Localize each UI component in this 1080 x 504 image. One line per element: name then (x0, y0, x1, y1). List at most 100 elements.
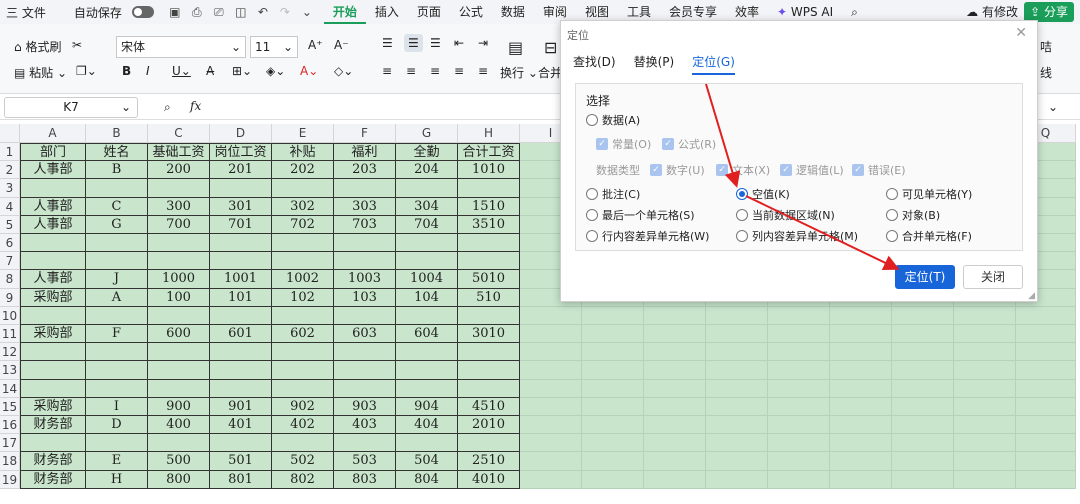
table-cell[interactable]: 604 (396, 325, 458, 344)
table-cell[interactable]: 703 (334, 215, 396, 234)
table-cell[interactable]: 财务部 (20, 416, 86, 435)
table-cell[interactable] (334, 234, 396, 253)
empty-cell[interactable] (1016, 361, 1076, 380)
table-cell[interactable] (20, 434, 86, 453)
font-color-icon[interactable]: A⌄ (300, 64, 318, 78)
table-cell[interactable] (396, 379, 458, 398)
empty-cell[interactable] (520, 325, 582, 344)
row-header[interactable]: 10 (0, 306, 20, 325)
table-cell[interactable] (148, 179, 210, 198)
empty-cell[interactable] (582, 306, 644, 325)
table-cell[interactable] (86, 434, 148, 453)
table-cell[interactable]: 人事部 (20, 161, 86, 180)
table-cell[interactable] (210, 379, 272, 398)
row-header[interactable]: 19 (0, 470, 20, 489)
justify-icon[interactable]: ≡ (454, 64, 464, 78)
empty-cell[interactable] (768, 397, 830, 416)
table-cell[interactable]: J (86, 270, 148, 289)
table-cell[interactable]: F (86, 325, 148, 344)
preview-icon[interactable]: ◫ (234, 5, 248, 19)
ribbon-right-item-2[interactable]: 线 (1040, 64, 1052, 81)
table-cell[interactable]: B (86, 161, 148, 180)
table-cell[interactable]: 502 (272, 452, 334, 471)
column-header[interactable]: A (20, 124, 86, 143)
radio-row-diff[interactable]: 行内容差异单元格(W) (586, 228, 709, 244)
table-cell[interactable] (86, 343, 148, 362)
fill-color-icon[interactable]: ◈⌄ (266, 64, 285, 78)
table-cell[interactable] (334, 434, 396, 453)
column-header[interactable]: C (148, 124, 210, 143)
table-cell[interactable] (86, 306, 148, 325)
table-cell[interactable] (210, 252, 272, 271)
checkbox-number[interactable]: ✓ 数字(U) (650, 162, 705, 178)
table-cell[interactable]: 3010 (458, 325, 520, 344)
tab-formula[interactable]: 公式 (450, 0, 492, 24)
tab-goto[interactable]: 定位(G) (692, 53, 735, 75)
empty-cell[interactable] (644, 434, 706, 453)
table-cell[interactable]: 人事部 (20, 270, 86, 289)
table-cell[interactable]: 402 (272, 416, 334, 435)
tab-replace[interactable]: 替换(P) (634, 53, 675, 75)
resize-handle-icon[interactable]: ◢ (1028, 291, 1035, 301)
tab-find[interactable]: 查找(D) (573, 53, 616, 75)
table-cell[interactable]: 2010 (458, 416, 520, 435)
table-cell[interactable] (272, 361, 334, 380)
empty-cell[interactable] (706, 416, 768, 435)
table-cell[interactable]: 403 (334, 416, 396, 435)
empty-cell[interactable] (954, 416, 1016, 435)
column-header[interactable]: F (334, 124, 396, 143)
table-cell[interactable] (20, 343, 86, 362)
row-header[interactable]: 15 (0, 397, 20, 416)
table-cell[interactable]: 803 (334, 470, 396, 489)
table-cell[interactable]: 704 (396, 215, 458, 234)
table-cell[interactable]: 904 (396, 397, 458, 416)
radio-merged[interactable]: 合并单元格(F) (886, 228, 972, 244)
table-cell[interactable]: 500 (148, 452, 210, 471)
font-name-select[interactable]: 宋体 ⌄ (116, 36, 246, 58)
table-cell[interactable] (458, 361, 520, 380)
empty-cell[interactable] (520, 416, 582, 435)
empty-cell[interactable] (830, 306, 892, 325)
table-cell[interactable] (20, 361, 86, 380)
empty-cell[interactable] (892, 452, 954, 471)
italic-icon[interactable]: I (146, 64, 150, 78)
table-cell[interactable]: 504 (396, 452, 458, 471)
table-cell[interactable]: 采购部 (20, 325, 86, 344)
empty-cell[interactable] (582, 379, 644, 398)
close-button[interactable]: 关闭 (963, 265, 1023, 289)
empty-cell[interactable] (830, 379, 892, 398)
table-cell[interactable] (334, 379, 396, 398)
row-header[interactable]: 5 (0, 215, 20, 234)
table-cell[interactable]: 804 (396, 470, 458, 489)
table-cell[interactable]: 702 (272, 215, 334, 234)
table-cell[interactable]: 1003 (334, 270, 396, 289)
empty-cell[interactable] (830, 325, 892, 344)
table-cell[interactable] (272, 252, 334, 271)
empty-cell[interactable] (582, 416, 644, 435)
indent-decrease-icon[interactable]: ⇤ (454, 36, 464, 50)
file-menu[interactable]: 三 文件 (6, 4, 46, 21)
empty-cell[interactable] (706, 434, 768, 453)
empty-cell[interactable] (644, 306, 706, 325)
row-header[interactable]: 7 (0, 252, 20, 271)
empty-cell[interactable] (1016, 343, 1076, 362)
name-box[interactable]: K7 ⌄ (4, 97, 138, 118)
tab-page[interactable]: 页面 (408, 0, 450, 24)
print-icon[interactable]: ⎚ (212, 5, 226, 19)
table-cell[interactable]: 4010 (458, 470, 520, 489)
empty-cell[interactable] (520, 361, 582, 380)
empty-cell[interactable] (768, 361, 830, 380)
merge-icon[interactable]: ⊟ (544, 38, 557, 57)
goto-button[interactable]: 定位(T) (895, 265, 955, 289)
table-cell[interactable]: 福利 (334, 143, 396, 162)
radio-last-cell[interactable]: 最后一个单元格(S) (586, 207, 695, 223)
checkbox-logic[interactable]: ✓ 逻辑值(L) (780, 162, 844, 178)
checkbox-text[interactable]: ✓ 文本(X) (716, 162, 770, 178)
empty-cell[interactable] (892, 325, 954, 344)
empty-cell[interactable] (582, 470, 644, 489)
empty-cell[interactable] (954, 452, 1016, 471)
empty-cell[interactable] (582, 361, 644, 380)
empty-cell[interactable] (954, 434, 1016, 453)
empty-cell[interactable] (520, 397, 582, 416)
save-icon[interactable]: ▣ (168, 5, 182, 19)
